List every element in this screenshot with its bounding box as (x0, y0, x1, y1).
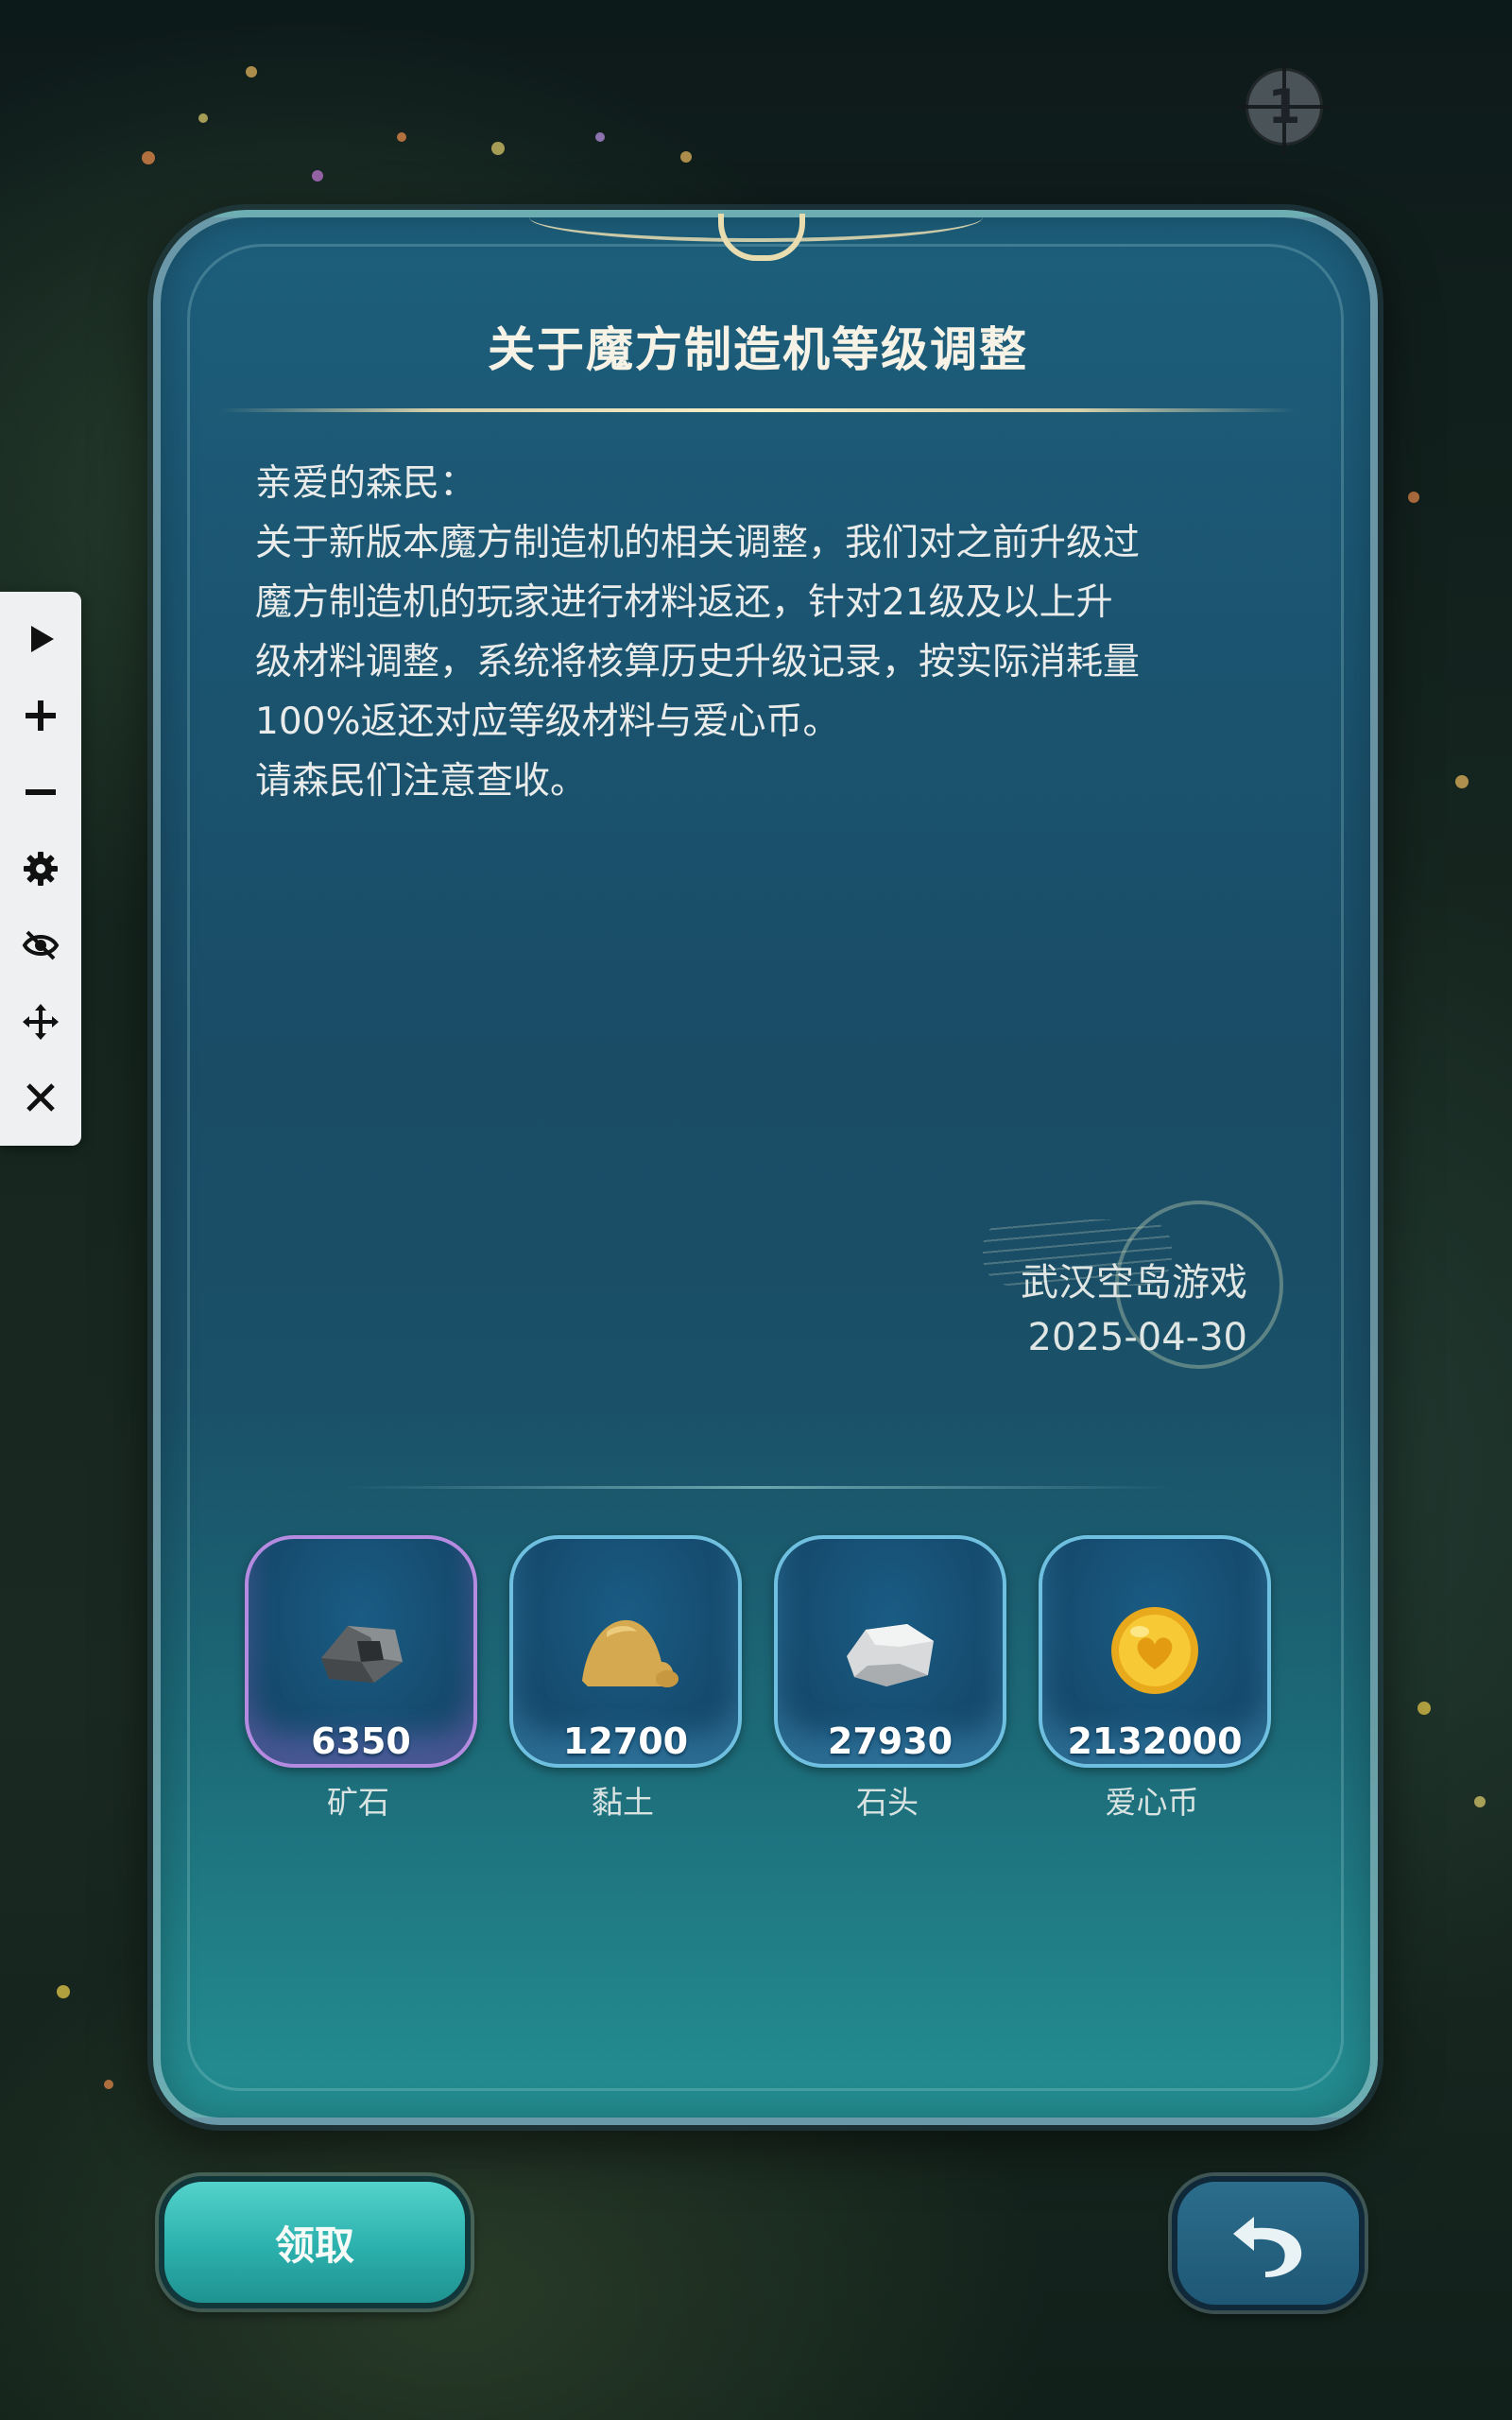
reward-count: 6350 (311, 1720, 411, 1762)
play-button[interactable] (12, 611, 69, 667)
reward-count: 2132000 (1067, 1720, 1243, 1762)
reward-count: 27930 (827, 1720, 954, 1762)
undo-arrow-icon (1233, 2217, 1302, 2277)
move-button[interactable] (12, 994, 69, 1050)
rewards-divider (342, 1486, 1174, 1489)
reward-item-stone[interactable]: 27930 石头 (774, 1535, 1006, 1823)
mail-body-line: 请森民们注意查收。 (255, 760, 588, 803)
mail-greeting: 亲爱的森民： (255, 462, 477, 505)
zoom-out-button[interactable] (12, 764, 69, 821)
mail-sender: 武汉空岛游戏 (1021, 1261, 1247, 1305)
reward-tile: 12700 (509, 1535, 742, 1768)
sparkle (104, 2080, 113, 2089)
gear-icon (24, 851, 58, 886)
title-divider (219, 408, 1297, 412)
sparkle (57, 1985, 70, 1998)
back-button[interactable] (1172, 2176, 1365, 2310)
move-icon (23, 1003, 59, 1040)
sparkle (1474, 1796, 1486, 1807)
sparkle (312, 170, 323, 182)
close-button[interactable] (12, 1069, 69, 1126)
sparkle (1408, 492, 1419, 503)
settings-button[interactable] (12, 840, 69, 897)
reward-name: 黏土 (592, 1784, 654, 1821)
plus-icon (26, 700, 56, 732)
reward-name: 石头 (856, 1784, 919, 1821)
mail-title: 关于魔方制造机等级调整 (488, 322, 1028, 377)
stone-icon (847, 1624, 934, 1686)
sparkle (198, 113, 208, 123)
reward-tile: 6350 (245, 1535, 477, 1768)
play-icon (31, 626, 54, 653)
notification-badge[interactable]: 1 (1237, 60, 1332, 154)
heart-coin-icon (1111, 1607, 1198, 1694)
sparkle (1418, 1702, 1431, 1715)
sparkle (491, 142, 505, 155)
reward-tile: 27930 (774, 1535, 1006, 1768)
reward-item-heart-coin[interactable]: 2132000 爱心币 (1039, 1535, 1271, 1823)
reward-name: 爱心币 (1105, 1784, 1199, 1821)
mail-body-line: 级材料调整，系统将核算历史升级记录，按实际消耗量 (255, 641, 1141, 683)
minus-icon (26, 789, 56, 796)
sparkle (397, 132, 406, 142)
reward-tile: 2132000 (1039, 1535, 1271, 1768)
sparkle (246, 66, 257, 78)
clay-icon (582, 1619, 679, 1687)
claim-button[interactable]: 领取 (159, 2176, 471, 2308)
mail-signature: 武汉空岛游戏 2025-04-30 (850, 1255, 1247, 1365)
hide-button[interactable] (12, 917, 69, 974)
ore-icon (321, 1626, 403, 1683)
badge-count: 1 (1267, 79, 1301, 134)
mail-body-line: 关于新版本魔方制造机的相关调整，我们对之前升级过 (255, 522, 1141, 564)
reward-count: 12700 (562, 1720, 689, 1762)
mail-body-line: 100%返还对应等级材料与爱心币。 (255, 700, 840, 743)
floating-toolbar (0, 592, 81, 1146)
zoom-in-button[interactable] (12, 687, 69, 744)
sparkle (142, 151, 155, 164)
mail-body-line: 魔方制造机的玩家进行材料返还，针对21级及以上升 (255, 581, 1113, 624)
sparkle (680, 151, 692, 163)
reward-name: 矿石 (327, 1784, 389, 1821)
reward-item-ore[interactable]: 6350 矿石 (245, 1535, 477, 1823)
mail-body: 亲爱的森民： 关于新版本魔方制造机的相关调整，我们对之前升级过 魔方制造机的玩家… (255, 454, 1266, 811)
mail-date: 2025-04-30 (1027, 1316, 1247, 1359)
sparkle (595, 132, 605, 142)
sparkle (1455, 775, 1469, 788)
reward-item-clay[interactable]: 12700 黏土 (509, 1535, 742, 1823)
close-icon (26, 1083, 55, 1113)
eye-off-icon (22, 930, 60, 960)
